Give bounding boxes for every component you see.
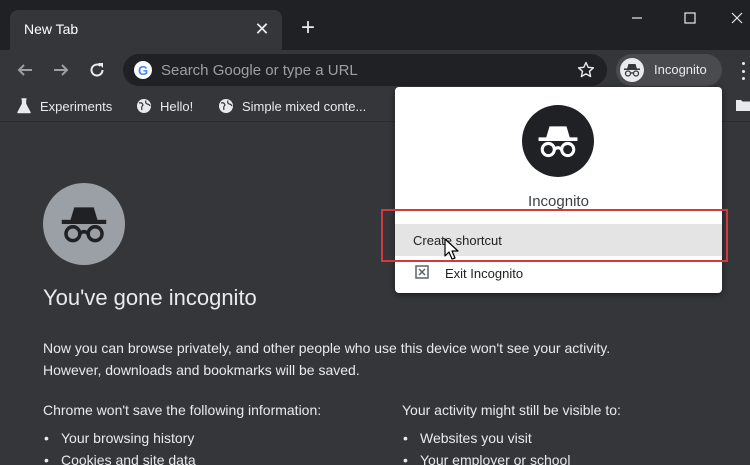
minimize-button[interactable] xyxy=(622,6,652,30)
arrow-left-icon xyxy=(17,64,32,76)
minimize-icon xyxy=(632,17,642,19)
globe-icon xyxy=(136,98,152,114)
incognito-icon xyxy=(620,58,644,82)
toolbar: G Search Google or type a URL Incognito xyxy=(0,50,750,90)
back-button[interactable] xyxy=(13,58,37,82)
google-logo-icon: G xyxy=(134,61,152,79)
list-item: Websites you visit xyxy=(402,427,621,449)
bookmark-label: Experiments xyxy=(40,98,113,114)
folder-icon[interactable] xyxy=(736,99,750,111)
description-line: However, downloads and bookmarks will be… xyxy=(43,362,360,378)
bookmark-label: Simple mixed conte... xyxy=(242,98,367,114)
exit-icon xyxy=(415,265,429,279)
title-bar: New Tab ✕ + xyxy=(0,0,750,50)
flask-icon xyxy=(16,98,32,114)
bookmark-hello[interactable]: Hello! xyxy=(136,96,193,116)
new-tab-button[interactable]: + xyxy=(296,16,320,40)
list-item: Your browsing history xyxy=(43,427,321,449)
bookmark-star-icon[interactable] xyxy=(575,59,597,81)
not-saved-list: Your browsing history Cookies and site d… xyxy=(43,427,321,465)
mouse-cursor-icon xyxy=(444,238,459,260)
maximize-icon xyxy=(684,12,696,24)
omnibox-placeholder: Search Google or type a URL xyxy=(161,62,358,79)
bookmark-label: Hello! xyxy=(160,98,194,114)
not-saved-column: Chrome won't save the following informat… xyxy=(43,400,321,465)
more-menu-icon[interactable] xyxy=(736,62,750,80)
description-line: Now you can browse privately, and other … xyxy=(43,340,611,356)
profile-label: Incognito xyxy=(654,62,707,77)
reload-button[interactable] xyxy=(85,58,109,82)
tab-new-tab[interactable]: New Tab ✕ xyxy=(10,10,282,50)
list-item: Your employer or school xyxy=(402,449,621,465)
incognito-avatar-icon xyxy=(522,105,594,177)
forward-button[interactable] xyxy=(49,58,73,82)
arrow-right-icon xyxy=(54,64,69,76)
profile-menu: Incognito Create shortcut Exit Incognito xyxy=(395,87,722,293)
menu-item-label: Exit Incognito xyxy=(445,266,524,281)
globe-icon xyxy=(218,98,234,114)
still-visible-column: Your activity might still be visible to:… xyxy=(402,400,621,465)
list-item: Cookies and site data xyxy=(43,449,321,465)
close-window-button[interactable] xyxy=(722,6,750,30)
profile-menu-name: Incognito xyxy=(528,193,589,210)
still-visible-list: Websites you visit Your employer or scho… xyxy=(402,427,621,465)
incognito-large-icon xyxy=(43,183,125,265)
close-icon xyxy=(731,12,743,24)
tab-close-icon[interactable]: ✕ xyxy=(252,19,272,39)
bookmark-simple-mixed-content[interactable]: Simple mixed conte... xyxy=(218,96,366,116)
maximize-button[interactable] xyxy=(675,6,705,30)
bookmark-experiments[interactable]: Experiments xyxy=(16,96,112,116)
incognito-profile-button[interactable]: Incognito xyxy=(616,54,722,86)
incognito-description: Now you can browse privately, and other … xyxy=(43,337,703,381)
highlight-annotation xyxy=(381,209,728,262)
omnibox[interactable]: G Search Google or type a URL xyxy=(123,54,607,86)
column-title: Chrome won't save the following informat… xyxy=(43,402,322,418)
column-title: Your activity might still be visible to: xyxy=(402,402,621,418)
reload-icon xyxy=(90,63,104,77)
tab-title: New Tab xyxy=(24,21,79,37)
page-title: You've gone incognito xyxy=(43,285,257,310)
